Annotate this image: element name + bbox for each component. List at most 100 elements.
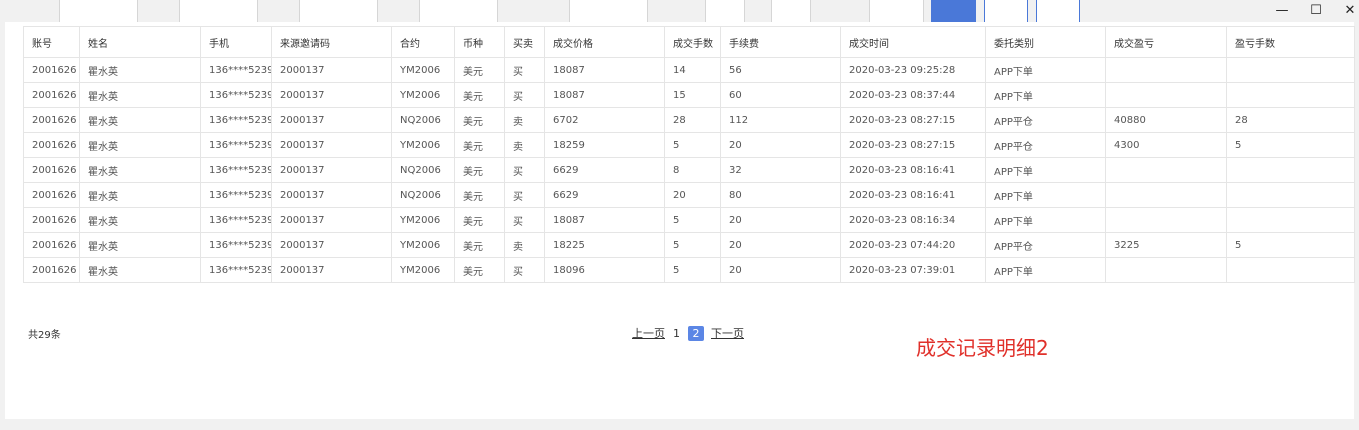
table-cell: 14 (664, 57, 721, 83)
header-time: 成交时间 (840, 26, 986, 58)
trade-records-table: 账号 姓名 手机 来源邀请码 合约 币种 买卖 成交价格 成交手数 手续费 成交… (23, 26, 1355, 283)
table-cell: 32 (720, 157, 841, 183)
table-cell: 2000137 (271, 82, 392, 108)
table-cell: 2000137 (271, 57, 392, 83)
table-cell (1226, 257, 1355, 283)
table-cell: 美元 (454, 257, 505, 283)
table-cell: 20 (720, 257, 841, 283)
table-cell: 卖 (504, 232, 545, 258)
table-cell: 2001626 (23, 182, 80, 208)
table-cell (1105, 157, 1227, 183)
table-cell: 6629 (544, 157, 665, 183)
table-cell: 8 (664, 157, 721, 183)
table-cell: 5 (664, 232, 721, 258)
table-cell (1105, 82, 1227, 108)
table-cell: 卖 (504, 132, 545, 158)
table-cell: 2020-03-23 08:37:44 (840, 82, 986, 108)
table-cell: 56 (720, 57, 841, 83)
table-cell: APP平仓 (985, 232, 1106, 258)
table-cell: 2001626 (23, 257, 80, 283)
table-cell: 136****5239 (200, 57, 272, 83)
table-cell: 买 (504, 82, 545, 108)
table-cell: 美元 (454, 182, 505, 208)
table-cell: 2001626 (23, 232, 80, 258)
page-2-current[interactable]: 2 (688, 325, 704, 341)
table-cell: 6629 (544, 182, 665, 208)
prev-page-link[interactable]: 上一页 (632, 325, 665, 341)
header-pnl-lots: 盈亏手数 (1226, 26, 1355, 58)
header-pnl: 成交盈亏 (1105, 26, 1227, 58)
close-icon[interactable]: ✕ (1330, 0, 1359, 20)
table-cell (1226, 82, 1355, 108)
table-row: 2001626 瞿水英 136****5239 2000137 YM2006 美元卖 182… (23, 132, 1355, 158)
table-cell (1105, 57, 1227, 83)
table-row: 2001626 瞿水英 136****5239 2000137 YM2006 美元卖 182… (23, 232, 1355, 258)
table-cell: 美元 (454, 157, 505, 183)
header-currency: 币种 (454, 26, 505, 58)
table-cell (1226, 207, 1355, 233)
table-cell: 5 (1226, 232, 1355, 258)
table-cell: 2000137 (271, 232, 392, 258)
table-cell: APP下单 (985, 182, 1106, 208)
table-cell (1105, 182, 1227, 208)
table-cell: 瞿水英 (79, 257, 201, 283)
next-page-link[interactable]: 下一页 (711, 325, 744, 341)
table-cell: 20 (720, 232, 841, 258)
table-cell: 2020-03-23 08:16:41 (840, 182, 986, 208)
table-cell: NQ2006 (391, 157, 455, 183)
table-cell: 20 (664, 182, 721, 208)
table-cell: 136****5239 (200, 232, 272, 258)
table-cell: 15 (664, 82, 721, 108)
table-cell: 瞿水英 (79, 57, 201, 83)
table-cell: APP平仓 (985, 132, 1106, 158)
caption-label: 成交记录明细2 (916, 336, 1049, 360)
table-cell: 4300 (1105, 132, 1227, 158)
table-cell: 136****5239 (200, 182, 272, 208)
table-cell: 买 (504, 157, 545, 183)
table-cell: 80 (720, 182, 841, 208)
header-side: 买卖 (504, 26, 545, 58)
table-cell: 2001626 (23, 107, 80, 133)
table-cell: 2000137 (271, 107, 392, 133)
table-cell: 18087 (544, 207, 665, 233)
table-cell: NQ2006 (391, 107, 455, 133)
table-row: 2001626 瞿水英 136****5239 2000137 NQ2006 美元卖 670… (23, 107, 1355, 133)
table-cell: 5 (664, 257, 721, 283)
table-cell: 2000137 (271, 207, 392, 233)
table-cell (1226, 157, 1355, 183)
table-cell: 2000137 (271, 182, 392, 208)
table-cell: 美元 (454, 132, 505, 158)
table-cell: 5 (664, 207, 721, 233)
table-cell: 136****5239 (200, 82, 272, 108)
table-row: 2001626 瞿水英 136****5239 2000137 YM2006 美元买 180… (23, 207, 1355, 233)
table-cell: 瞿水英 (79, 107, 201, 133)
table-cell: 2001626 (23, 57, 80, 83)
table-cell: 瞿水英 (79, 157, 201, 183)
table-cell: 20 (720, 207, 841, 233)
table-cell: 136****5239 (200, 157, 272, 183)
table-cell (1105, 207, 1227, 233)
table-cell: 2020-03-23 07:44:20 (840, 232, 986, 258)
table-cell: 28 (1226, 107, 1355, 133)
total-count: 共29条 (28, 330, 61, 341)
table-row: 2001626 瞿水英 136****5239 2000137 YM2006 美元买 180… (23, 57, 1355, 83)
header-account: 账号 (23, 26, 80, 58)
table-cell: 2000137 (271, 157, 392, 183)
table-cell: 2020-03-23 07:39:01 (840, 257, 986, 283)
header-order-type: 委托类别 (985, 26, 1106, 58)
table-cell: APP平仓 (985, 107, 1106, 133)
table-cell (1226, 182, 1355, 208)
table-cell: 2020-03-23 09:25:28 (840, 57, 986, 83)
table-cell: 60 (720, 82, 841, 108)
table-cell: 卖 (504, 107, 545, 133)
pagination: 上一页 1 2 下一页 (632, 325, 744, 341)
table-cell: YM2006 (391, 232, 455, 258)
table-header-row: 账号 姓名 手机 来源邀请码 合约 币种 买卖 成交价格 成交手数 手续费 成交… (23, 26, 1355, 58)
table-cell: 买 (504, 57, 545, 83)
table-cell: YM2006 (391, 57, 455, 83)
table-cell: 瞿水英 (79, 182, 201, 208)
table-cell: 2020-03-23 08:27:15 (840, 132, 986, 158)
table-cell: 2000137 (271, 257, 392, 283)
page-1-link[interactable]: 1 (673, 327, 680, 340)
table-cell: 136****5239 (200, 257, 272, 283)
